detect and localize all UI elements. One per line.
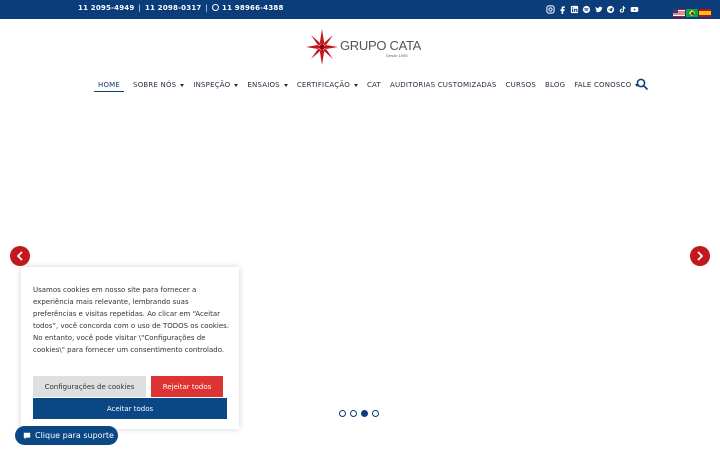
slider-dot[interactable]: [339, 410, 346, 417]
nav-item-label: SOBRE NÓS: [133, 81, 177, 89]
cookie-settings-button[interactable]: Configurações de cookies: [33, 376, 146, 397]
nav-item-label: CAT: [366, 81, 381, 89]
nav-item-home[interactable]: HOME: [94, 78, 125, 92]
nav-item-label: CURSOS: [505, 81, 537, 89]
accept-all-button[interactable]: Aceitar todos: [33, 398, 227, 419]
nav-item-label: FALE CONOSCO: [574, 81, 632, 89]
tiktok-icon[interactable]: [618, 5, 627, 14]
slider-prev-button[interactable]: [10, 246, 30, 266]
caret-down-icon: [180, 83, 185, 87]
language-flags: [673, 9, 711, 17]
nav-item-sobre-nos[interactable]: SOBRE NÓS: [133, 78, 185, 92]
main-nav: HOME SOBRE NÓS INSPEÇÃO ENSAIOS CERTIFIC…: [94, 78, 648, 92]
phone-2[interactable]: 11 2098-0317: [145, 4, 201, 12]
chevron-left-icon: [17, 251, 23, 261]
instagram-icon[interactable]: [546, 5, 555, 14]
nav-item-inspecao[interactable]: INSPEÇÃO: [193, 78, 239, 92]
slider-dot[interactable]: [350, 410, 357, 417]
youtube-icon[interactable]: [630, 5, 639, 14]
facebook-icon[interactable]: [558, 5, 567, 14]
logo-star-icon: [306, 29, 338, 65]
search-icon[interactable]: [636, 78, 648, 90]
nav-item-cursos[interactable]: CURSOS: [506, 78, 536, 92]
whatsapp-number[interactable]: 11 98966-4388: [222, 4, 284, 12]
nav-item-blog[interactable]: BLOG: [545, 78, 565, 92]
nav-item-certificacao[interactable]: CERTIFICAÇÃO: [297, 78, 358, 92]
nav-item-fale-conosco[interactable]: FALE CONOSCO: [574, 78, 640, 92]
nav-item-label: AUDITORIAS CUSTOMIZADAS: [389, 81, 497, 89]
social-links: [546, 5, 639, 14]
phone-1[interactable]: 11 2095-4949: [78, 4, 134, 12]
nav-item-label: HOME: [98, 80, 121, 89]
cookie-consent-banner: Usamos cookies em nosso site para fornec…: [21, 267, 239, 429]
chat-bubble-icon: [23, 432, 31, 439]
caret-down-icon: [353, 83, 358, 87]
br-flag-icon[interactable]: [686, 9, 698, 17]
spotify-icon[interactable]: [582, 5, 591, 14]
nav-item-auditorias[interactable]: AUDITORIAS CUSTOMIZADAS: [390, 78, 497, 92]
contact-phones: 11 2095-4949 | 11 2098-0317 | 11 98966-4388: [78, 4, 284, 12]
cookie-message: Usamos cookies em nosso site para fornec…: [33, 286, 230, 354]
es-flag-icon[interactable]: [699, 9, 711, 17]
support-label: Clique para suporte: [35, 431, 114, 440]
caret-down-icon: [283, 83, 288, 87]
reject-all-button[interactable]: Rejeitar todos: [151, 376, 223, 397]
nav-item-label: BLOG: [545, 81, 566, 89]
whatsapp-icon: [212, 4, 220, 11]
telegram-icon[interactable]: [606, 5, 615, 14]
nav-item-ensaios[interactable]: ENSAIOS: [247, 78, 288, 92]
separator: |: [205, 4, 209, 12]
slider-dot-active[interactable]: [361, 410, 368, 417]
nav-item-label: CERTIFICAÇÃO: [296, 81, 350, 89]
linkedin-icon[interactable]: [570, 5, 579, 14]
us-flag-icon[interactable]: [673, 9, 685, 17]
nav-item-label: INSPEÇÃO: [193, 81, 231, 89]
caret-down-icon: [234, 83, 239, 87]
nav-item-label: ENSAIOS: [247, 81, 280, 89]
site-logo[interactable]: GRUPO CATA Desde 1995: [306, 28, 422, 66]
separator: |: [138, 4, 142, 12]
slider-next-button[interactable]: [690, 246, 710, 266]
support-chat-button[interactable]: Clique para suporte: [15, 426, 118, 445]
twitter-icon[interactable]: [594, 5, 603, 14]
slider-dots: [339, 410, 379, 417]
logo-text: GRUPO CATA: [340, 38, 422, 53]
top-bar: 11 2095-4949 | 11 2098-0317 | 11 98966-4388: [0, 0, 720, 19]
logo-tagline: Desde 1995: [386, 53, 408, 58]
nav-item-cat[interactable]: CAT: [367, 78, 381, 92]
chevron-right-icon: [697, 251, 703, 261]
slider-dot[interactable]: [372, 410, 379, 417]
